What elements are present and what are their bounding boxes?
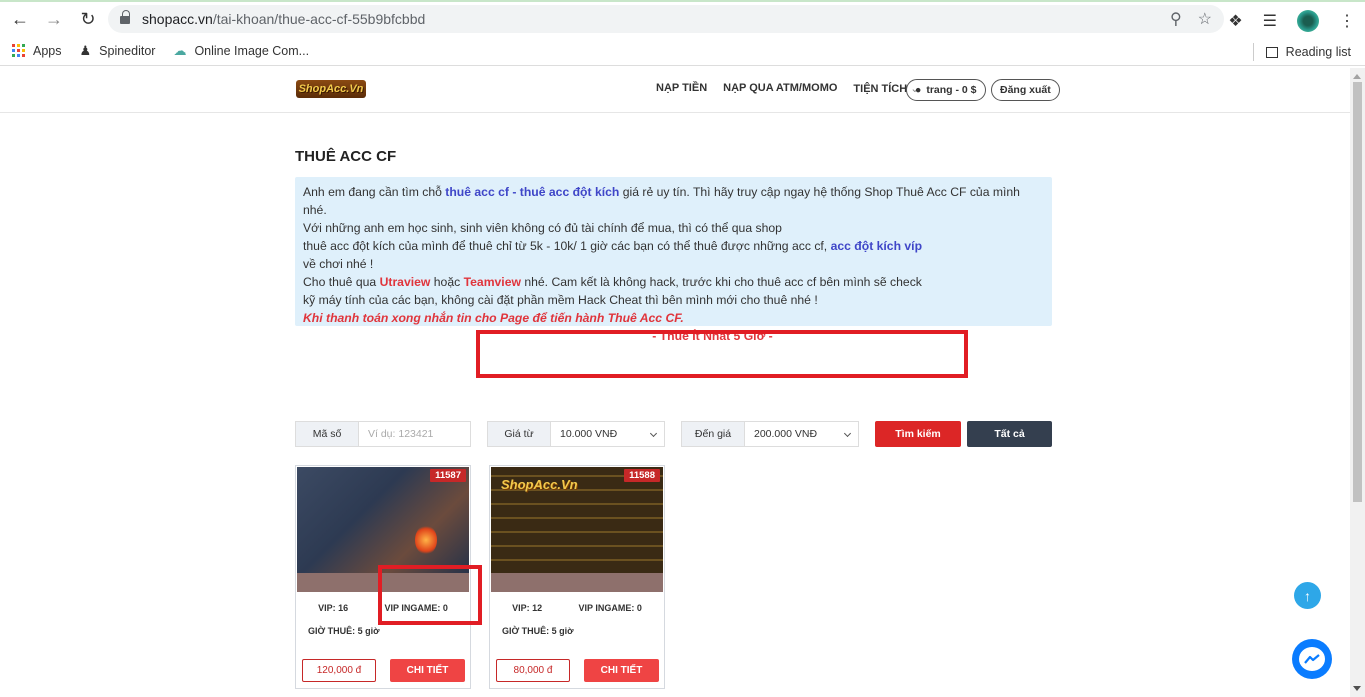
link-thue-acc-cf[interactable]: thuê acc cf - thuê acc đột kích — [445, 185, 619, 199]
nav-nap-atm-momo[interactable]: NẠP QUA ATM/MOMO — [723, 82, 837, 95]
chevron-down-icon — [843, 429, 852, 438]
media-control-icon[interactable]: ☰ — [1263, 11, 1277, 31]
url-text: shopacc.vn/tai-khoan/thue-acc-cf-55b9bfc… — [142, 11, 426, 27]
show-all-button[interactable]: Tất cả — [967, 421, 1052, 447]
bookmark-online-image[interactable]: ☁ Online Image Com... — [173, 43, 309, 59]
account-id-badge: 11587 — [430, 469, 466, 482]
scroll-up-arrow-icon[interactable] — [1353, 74, 1361, 79]
bookmark-apps[interactable]: Apps — [12, 44, 62, 58]
info-box: Anh em đang cần tìm chỗ thuê acc cf - th… — [295, 177, 1052, 343]
link-acc-dot-kich-vip[interactable]: acc đột kích víp — [831, 239, 922, 253]
highlight-box-detail — [378, 565, 482, 625]
code-filter: Mã số Ví dụ: 123421 — [295, 421, 471, 447]
main-content: THUÊ ACC CF Anh em đang cần tìm chỗ thuê… — [295, 148, 1052, 689]
reading-list-icon — [1265, 46, 1278, 58]
detail-button[interactable]: CHI TIẾT — [390, 659, 465, 682]
spy-icon: ♟ — [79, 42, 92, 58]
cloud-icon: ☁ — [173, 42, 187, 58]
highlight-box-filters — [476, 330, 968, 378]
site-header: ShopAcc.Vn NẠP TIỀN NẠP QUA ATM/MOMO TIỆ… — [0, 68, 1350, 113]
menu-dots-icon[interactable]: ⋮ — [1339, 11, 1355, 31]
account-card: ShopAcc.Vn 11588 VIP: 12 VIP INGAME: 0 GI… — [489, 465, 665, 689]
back-button[interactable]: ← — [6, 5, 34, 33]
logout-button[interactable]: Đăng xuất — [991, 79, 1060, 101]
user-account-button[interactable]: ● trang - 0 $ — [906, 79, 986, 101]
bookmarks-bar: Apps ♟ Spineditor ☁ Online Image Com... … — [0, 36, 1365, 66]
scroll-down-arrow-icon[interactable] — [1353, 686, 1361, 691]
apps-grid-icon — [12, 44, 25, 57]
main-nav: NẠP TIỀN NẠP QUA ATM/MOMO TIỆN TÍCH ⌄ — [656, 82, 919, 95]
price-to-filter: Đến giá 200.000 VNĐ — [681, 421, 859, 447]
page-scrollbar[interactable] — [1350, 68, 1365, 697]
nav-nap-tien[interactable]: NẠP TIỀN — [656, 82, 707, 95]
extensions-puzzle-icon[interactable]: ❖ — [1228, 11, 1242, 31]
price-to-select[interactable]: 200.000 VNĐ — [745, 422, 858, 446]
chevron-down-icon — [649, 429, 658, 438]
account-thumbnail[interactable] — [297, 467, 469, 573]
site-logo[interactable]: ShopAcc.Vn — [296, 80, 366, 98]
profile-avatar[interactable] — [1297, 10, 1319, 32]
reload-button[interactable]: ↻ — [74, 5, 102, 33]
price-tag: 80,000 đ — [496, 659, 570, 682]
account-id-badge: 11588 — [624, 469, 660, 482]
scrollbar-thumb[interactable] — [1353, 82, 1362, 502]
page-viewport: ShopAcc.Vn NẠP TIỀN NẠP QUA ATM/MOMO TIỆ… — [0, 68, 1350, 697]
lock-icon — [120, 9, 130, 25]
bookmark-spineditor[interactable]: ♟ Spineditor — [80, 43, 156, 59]
price-from-select[interactable]: 10.000 VNĐ — [551, 422, 664, 446]
reading-list-button[interactable]: Reading list — [1252, 43, 1351, 61]
zoom-out-icon[interactable]: ⚲ — [1170, 9, 1182, 29]
code-input[interactable]: Ví dụ: 123421 — [359, 422, 470, 446]
bookmark-star-icon[interactable]: ☆ — [1198, 9, 1212, 29]
filter-bar: Mã số Ví dụ: 123421 Giá từ 10.000 VNĐ Đế… — [295, 421, 1052, 447]
account-thumbnail[interactable]: ShopAcc.Vn — [491, 467, 663, 573]
price-tag: 120,000 đ — [302, 659, 376, 682]
messenger-icon — [1299, 647, 1325, 671]
address-bar[interactable]: shopacc.vn/tai-khoan/thue-acc-cf-55b9bfc… — [108, 5, 1224, 33]
forward-button[interactable]: → — [40, 5, 68, 33]
page-title: THUÊ ACC CF — [295, 148, 397, 165]
search-button[interactable]: Tìm kiếm — [875, 421, 961, 447]
messenger-chat-button[interactable] — [1292, 639, 1332, 679]
user-icon: ● — [915, 84, 922, 96]
price-from-filter: Giá từ 10.000 VNĐ — [487, 421, 665, 447]
divider — [1252, 43, 1254, 61]
arrow-up-icon: ↑ — [1304, 587, 1311, 604]
scroll-to-top-button[interactable]: ↑ — [1294, 582, 1321, 609]
detail-button[interactable]: CHI TIẾT — [584, 659, 659, 682]
